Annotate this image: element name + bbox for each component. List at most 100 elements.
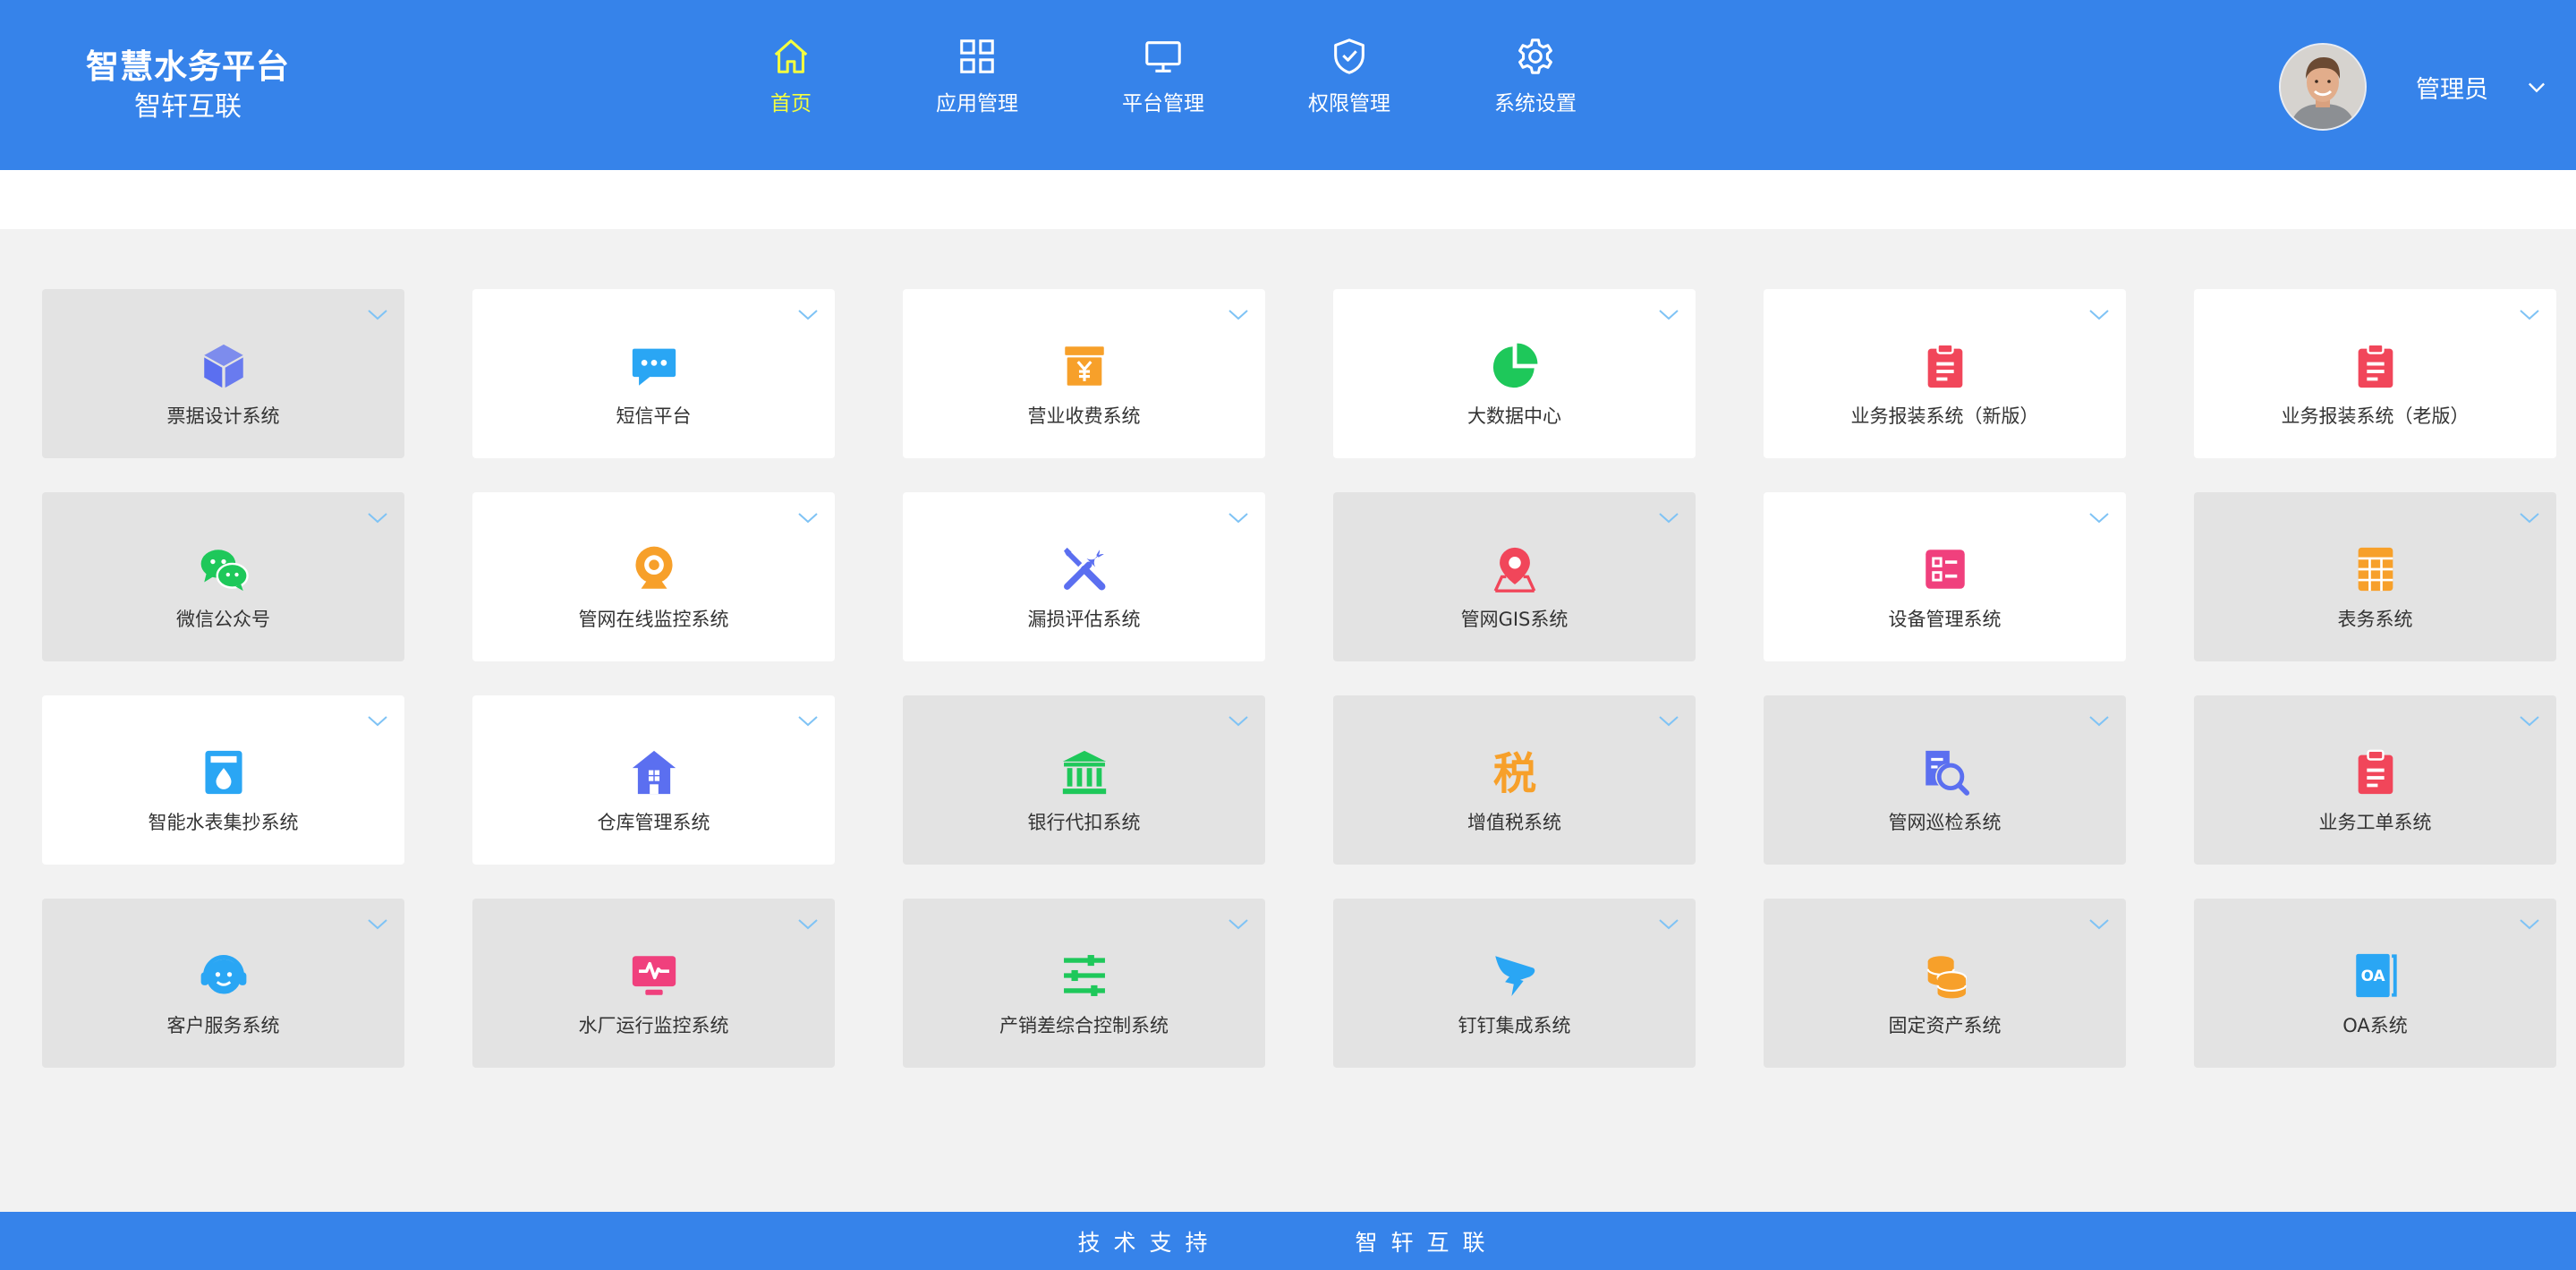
app-label: 增值税系统 bbox=[1467, 812, 1561, 833]
app-label: 营业收费系统 bbox=[1027, 405, 1141, 427]
app-icon: OA bbox=[2349, 949, 2402, 1002]
app-card-15[interactable]: 银行代扣系统 bbox=[903, 695, 1265, 865]
app-icon bbox=[1918, 542, 1972, 596]
chevron-down-icon[interactable] bbox=[367, 715, 388, 728]
cube-icon bbox=[203, 344, 243, 388]
app-card-18[interactable]: 业务工单系统 bbox=[2194, 695, 2556, 865]
chevron-down-icon[interactable] bbox=[1228, 512, 1249, 524]
app-card-9[interactable]: 漏损评估系统 bbox=[903, 492, 1265, 661]
nav-item-system-settings[interactable]: 系统设置 bbox=[1442, 36, 1628, 116]
app-icon bbox=[1488, 339, 1542, 393]
app-icon bbox=[1918, 949, 1972, 1002]
footer-support-label: 技术支持 bbox=[1077, 1229, 1221, 1256]
app-icon bbox=[1058, 339, 1111, 393]
app-icon bbox=[627, 949, 681, 1002]
gear-icon bbox=[1518, 38, 1552, 74]
app-card-17[interactable]: 管网巡检系统 bbox=[1764, 695, 2126, 865]
chevron-down-icon[interactable] bbox=[2088, 918, 2110, 931]
app-icon bbox=[627, 746, 681, 799]
app-label: 业务报装系统（新版） bbox=[1850, 405, 2039, 427]
app-icon bbox=[197, 542, 251, 596]
chevron-down-icon[interactable] bbox=[2088, 512, 2110, 524]
chevron-down-icon[interactable] bbox=[797, 715, 819, 728]
dingtalk-icon bbox=[1494, 956, 1535, 996]
chevron-down-icon[interactable] bbox=[2519, 715, 2540, 728]
grid-icon bbox=[960, 39, 994, 73]
nav-item-platform-management[interactable]: 平台管理 bbox=[1070, 36, 1256, 116]
app-card-22[interactable]: 钉钉集成系统 bbox=[1333, 899, 1696, 1068]
nav-item-permission-management[interactable]: 权限管理 bbox=[1256, 36, 1442, 116]
app-card-2[interactable]: 短信平台 bbox=[472, 289, 835, 458]
coins-icon bbox=[1926, 956, 1967, 999]
chevron-down-icon[interactable] bbox=[1658, 918, 1679, 931]
chevron-down-icon[interactable] bbox=[797, 918, 819, 931]
inspect-icon bbox=[1925, 750, 1969, 796]
app-icon bbox=[1918, 339, 1972, 393]
app-icon bbox=[1918, 746, 1972, 799]
app-card-21[interactable]: 产销差综合控制系统 bbox=[903, 899, 1265, 1068]
app-icon bbox=[2349, 542, 2402, 596]
chevron-down-icon[interactable] bbox=[2519, 918, 2540, 931]
app-card-4[interactable]: 大数据中心 bbox=[1333, 289, 1696, 458]
app-card-13[interactable]: 智能水表集抄系统 bbox=[42, 695, 404, 865]
chevron-down-icon[interactable] bbox=[797, 309, 819, 321]
chevron-down-icon[interactable] bbox=[1658, 309, 1679, 321]
nav-label: 平台管理 bbox=[1122, 92, 1204, 115]
top-header: 智慧水务平台 智轩互联 首页 应用管理 平台管理 权限管理 系统设置 管理员 bbox=[0, 0, 2576, 170]
chat-bubble-icon bbox=[632, 348, 676, 386]
nav-label: 首页 bbox=[770, 92, 812, 115]
app-card-6[interactable]: 业务报装系统（老版） bbox=[2194, 289, 2556, 458]
user-menu[interactable]: 管理员 bbox=[2279, 43, 2549, 131]
app-card-7[interactable]: 微信公众号 bbox=[42, 492, 404, 661]
app-card-11[interactable]: 设备管理系统 bbox=[1764, 492, 2126, 661]
app-card-19[interactable]: 客户服务系统 bbox=[42, 899, 404, 1068]
tools-icon bbox=[1063, 547, 1105, 591]
nav-label: 系统设置 bbox=[1494, 92, 1577, 115]
app-card-20[interactable]: 水厂运行监控系统 bbox=[472, 899, 835, 1068]
app-label: 管网巡检系统 bbox=[1888, 812, 2002, 833]
app-card-24[interactable]: OA OA系统 bbox=[2194, 899, 2556, 1068]
chevron-down-icon[interactable] bbox=[2088, 715, 2110, 728]
chevron-down-icon[interactable] bbox=[367, 309, 388, 321]
app-card-5[interactable]: 业务报装系统（新版） bbox=[1764, 289, 2126, 458]
nav-item-app-management[interactable]: 应用管理 bbox=[884, 36, 1070, 116]
webcam-icon bbox=[634, 546, 673, 589]
app-card-14[interactable]: 仓库管理系统 bbox=[472, 695, 835, 865]
app-card-16[interactable]: 税增值税系统 bbox=[1333, 695, 1696, 865]
chevron-down-icon[interactable] bbox=[797, 512, 819, 524]
app-label: 票据设计系统 bbox=[166, 405, 280, 427]
home-icon bbox=[774, 39, 808, 73]
app-card-3[interactable]: 营业收费系统 bbox=[903, 289, 1265, 458]
chevron-down-icon[interactable] bbox=[2519, 512, 2540, 524]
app-card-10[interactable]: 管网GIS系统 bbox=[1333, 492, 1696, 661]
chevron-down-icon[interactable] bbox=[367, 918, 388, 931]
tax-icon: 税 bbox=[1492, 749, 1535, 798]
app-icon bbox=[627, 339, 681, 393]
chevron-down-icon[interactable] bbox=[1228, 309, 1249, 321]
app-label: 客户服务系统 bbox=[166, 1015, 280, 1036]
avatar[interactable] bbox=[2279, 43, 2367, 131]
app-label: 钉钉集成系统 bbox=[1458, 1015, 1571, 1036]
app-label: 固定资产系统 bbox=[1888, 1015, 2002, 1036]
app-card-1[interactable]: 票据设计系统 bbox=[42, 289, 404, 458]
chevron-down-icon[interactable] bbox=[1658, 715, 1679, 728]
chevron-down-icon[interactable] bbox=[1658, 512, 1679, 524]
app-label: 管网GIS系统 bbox=[1460, 609, 1569, 630]
chevron-down-icon[interactable] bbox=[2524, 74, 2549, 99]
app-icon bbox=[1488, 949, 1542, 1002]
chevron-down-icon[interactable] bbox=[1228, 715, 1249, 728]
app-card-12[interactable]: 表务系统 bbox=[2194, 492, 2556, 661]
nav-item-home[interactable]: 首页 bbox=[698, 36, 884, 116]
app-card-8[interactable]: 管网在线监控系统 bbox=[472, 492, 835, 661]
map-pin-icon bbox=[1493, 547, 1535, 592]
app-label: 业务工单系统 bbox=[2318, 812, 2432, 833]
chevron-down-icon[interactable] bbox=[2519, 309, 2540, 321]
chevron-down-icon[interactable] bbox=[367, 512, 388, 524]
app-card-23[interactable]: 固定资产系统 bbox=[1764, 899, 2126, 1068]
chevron-down-icon[interactable] bbox=[1228, 918, 1249, 931]
chevron-down-icon[interactable] bbox=[2088, 309, 2110, 321]
app-icon bbox=[197, 339, 251, 393]
monitor-icon bbox=[1145, 41, 1181, 72]
warehouse-icon bbox=[632, 750, 676, 795]
shield-check-icon bbox=[1334, 38, 1365, 74]
